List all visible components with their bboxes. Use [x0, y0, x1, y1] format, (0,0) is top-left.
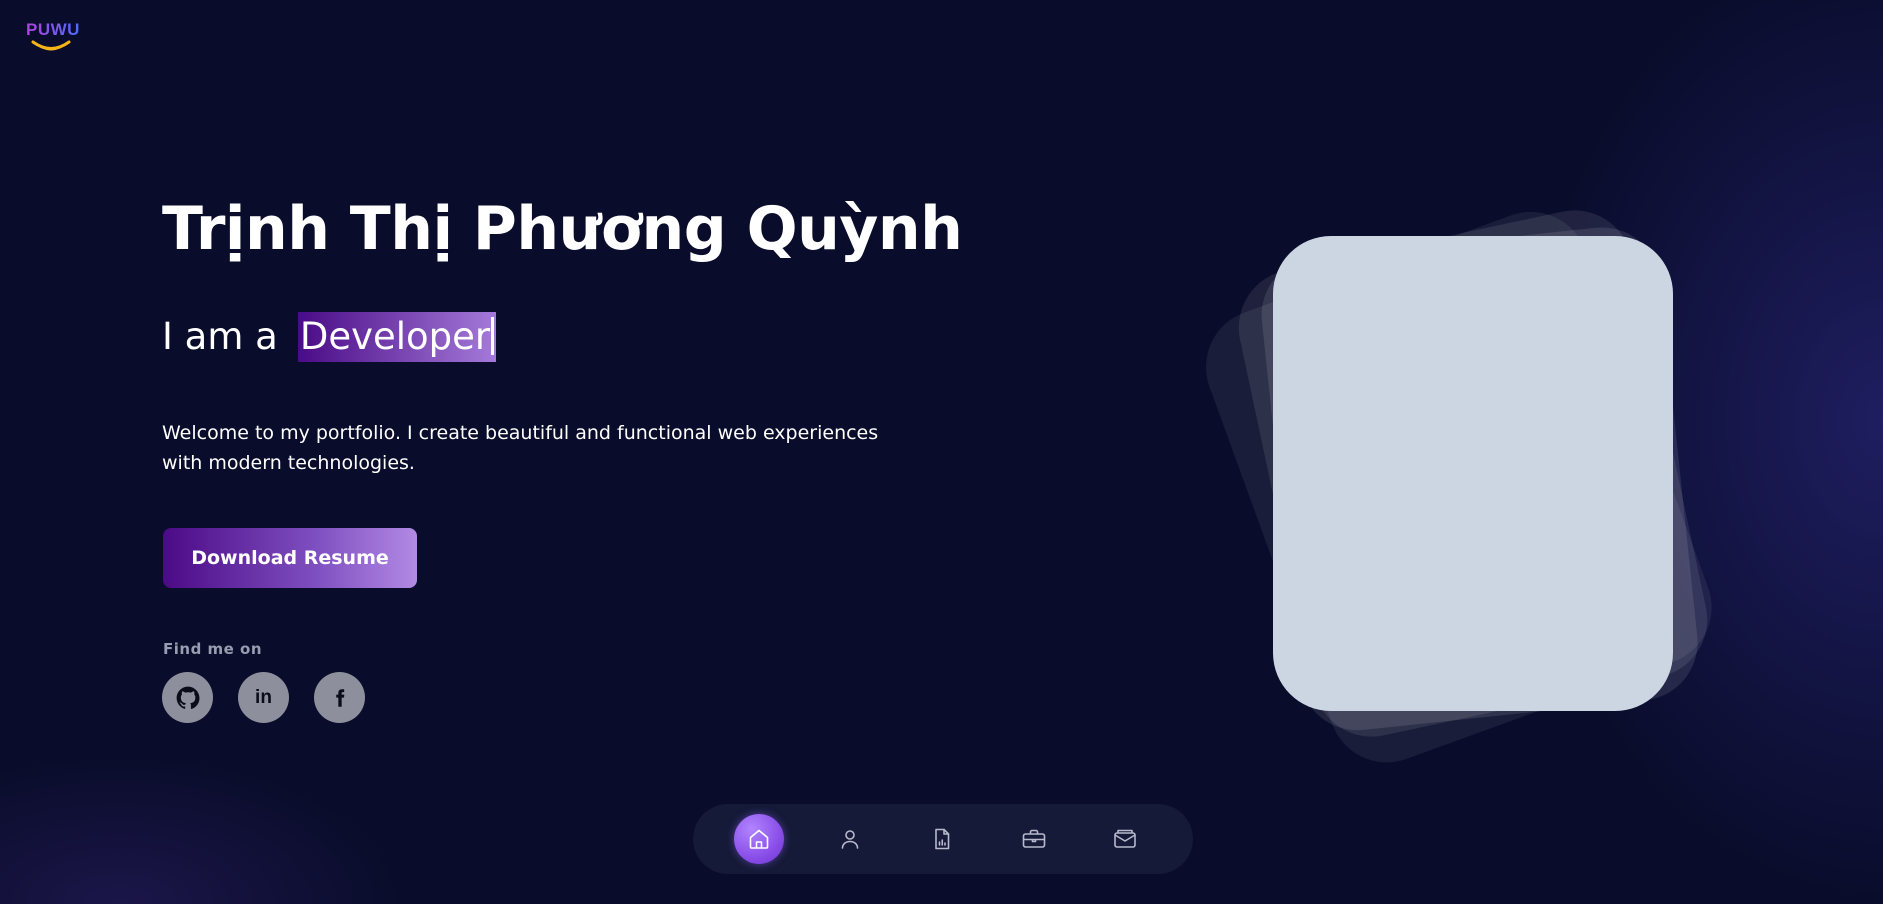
home-icon — [749, 829, 769, 849]
typing-caret — [491, 317, 495, 355]
nav-home-button[interactable] — [734, 814, 784, 864]
mail-icon — [1114, 829, 1136, 848]
social-links: in — [162, 672, 365, 723]
logo-text: PUWU — [26, 20, 80, 39]
linkedin-link[interactable]: in — [238, 672, 289, 723]
bottom-nav — [693, 804, 1193, 874]
nav-contact-button[interactable] — [1100, 814, 1150, 864]
profile-photo-placeholder — [1273, 236, 1673, 711]
role-highlight: Developer — [297, 312, 497, 362]
hero-name: Trịnh Thị Phương Quỳnh — [162, 194, 963, 264]
nav-portfolio-button[interactable] — [1009, 814, 1059, 864]
site-logo[interactable]: PUWU — [25, 20, 81, 58]
intro-text: Welcome to my portfolio. I create beauti… — [162, 422, 879, 474]
facebook-link[interactable] — [314, 672, 365, 723]
nav-about-button[interactable] — [825, 814, 875, 864]
document-chart-icon — [935, 828, 950, 850]
find-me-label: Find me on — [163, 640, 263, 658]
smile-icon — [31, 40, 71, 51]
role-text: Developer — [299, 315, 491, 358]
briefcase-icon — [1022, 829, 1046, 848]
linkedin-icon: in — [255, 687, 272, 708]
role-prefix: I am a — [162, 315, 278, 358]
download-resume-button[interactable]: Download Resume — [163, 528, 417, 588]
role-line: I am a Developer — [162, 312, 497, 362]
github-link[interactable] — [162, 672, 213, 723]
nav-resume-button[interactable] — [917, 814, 967, 864]
user-icon — [841, 830, 859, 849]
github-icon — [176, 686, 199, 709]
facebook-icon — [335, 688, 344, 707]
